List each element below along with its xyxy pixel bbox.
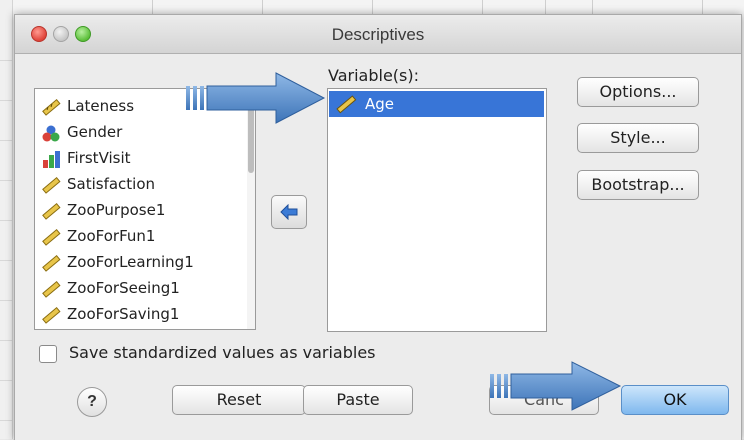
list-item-label: ZooForFun1 xyxy=(67,227,156,245)
window-title: Descriptives xyxy=(331,25,425,44)
grid-line xyxy=(482,0,483,14)
options-button[interactable]: Options... xyxy=(577,77,699,107)
grid-line xyxy=(545,0,546,14)
bootstrap-button[interactable]: Bootstrap... xyxy=(577,170,699,200)
scale-ruler-icon xyxy=(336,95,357,114)
background-row-headers xyxy=(0,0,13,439)
scale-ruler-icon xyxy=(42,176,61,194)
selected-list-item[interactable]: Age xyxy=(329,91,544,117)
ordinal-bars-icon xyxy=(43,151,60,168)
reset-button[interactable]: Reset xyxy=(172,385,306,415)
ok-button[interactable]: OK xyxy=(621,385,729,415)
list-item-label: FirstVisit xyxy=(67,149,131,167)
scale-ruler-icon xyxy=(42,202,61,220)
paste-button[interactable]: Paste xyxy=(303,385,413,415)
checkbox-label: Save standardized values as variables xyxy=(69,343,376,362)
list-item-label: ZooForLearning1 xyxy=(67,253,194,271)
arrow-left-icon xyxy=(280,204,298,220)
selected-variables-list[interactable]: Age xyxy=(327,88,547,332)
grid-line xyxy=(262,0,263,14)
help-button[interactable]: ? xyxy=(77,387,107,417)
scale-ruler-icon xyxy=(42,228,61,246)
grid-line xyxy=(372,0,373,14)
move-variable-button[interactable] xyxy=(271,195,307,229)
scale-ruler-icon xyxy=(42,280,61,298)
list-item-label: ZooForSaving1 xyxy=(67,305,180,323)
style-button[interactable]: Style... xyxy=(577,123,699,153)
scale-ruler-icon xyxy=(42,98,61,116)
nominal-circles-icon xyxy=(42,125,60,142)
list-item-label: Satisfaction xyxy=(67,175,156,193)
list-item-label: ZooForSeeing1 xyxy=(67,279,180,297)
list-item-label: Lateness xyxy=(67,97,135,115)
annotation-arrow-to-ok xyxy=(490,361,622,411)
scale-ruler-icon xyxy=(42,306,61,324)
save-standardized-checkbox[interactable] xyxy=(39,345,57,363)
list-item-label: Gender xyxy=(67,123,123,141)
variables-label: Variable(s): xyxy=(328,66,419,85)
scale-ruler-icon xyxy=(42,254,61,272)
grid-line xyxy=(702,0,703,14)
descriptives-dialog: Descriptives Lateness Gender FirstVisit … xyxy=(14,14,742,440)
grid-line xyxy=(592,0,593,14)
grid-line xyxy=(152,0,153,14)
list-item-label: Age xyxy=(365,95,395,113)
title-bar[interactable]: Descriptives xyxy=(15,15,741,54)
annotation-arrow-to-variables xyxy=(186,72,326,124)
list-item-label: ZooPurpose1 xyxy=(67,201,166,219)
